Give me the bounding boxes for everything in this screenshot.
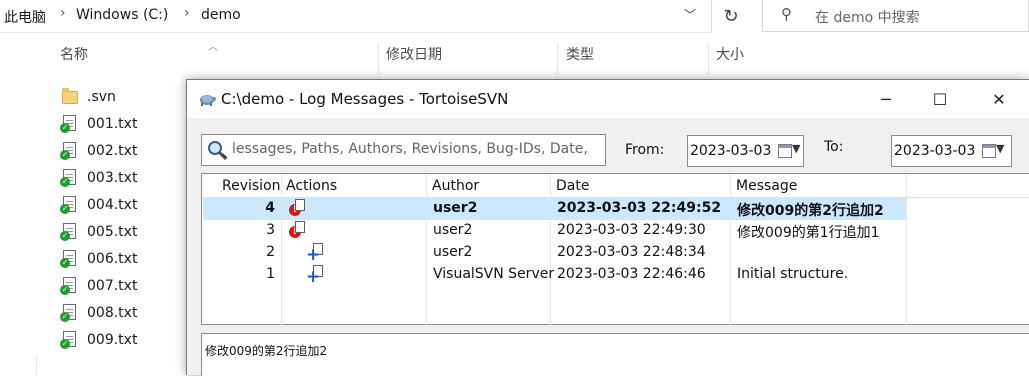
search-icon[interactable] [205, 138, 229, 162]
maximize-icon[interactable]: ☐ [917, 80, 963, 118]
column-header-name[interactable]: 名称 [60, 44, 88, 74]
to-date-picker[interactable]: 2023-03-03 ▼ [891, 135, 1012, 167]
svn-normal-file-icon: ✓ [60, 276, 78, 295]
svn-normal-file-icon: ✓ [60, 141, 78, 160]
window-title: C:\demo - Log Messages - TortoiseSVN [221, 90, 509, 108]
calendar-icon[interactable] [982, 144, 996, 158]
column-divider[interactable] [378, 44, 379, 74]
date-cell: 2023-03-03 22:49:52 [557, 200, 722, 216]
file-name: 008.txt [87, 304, 138, 321]
file-item[interactable]: ✓ 009.txt [60, 326, 138, 353]
file-item[interactable]: ✓ 007.txt [60, 272, 138, 299]
author-cell: VisualSVN Server [433, 266, 555, 282]
from-label: From: [625, 142, 665, 158]
file-item[interactable]: ✓ 008.txt [60, 299, 138, 326]
to-date-value: 2023-03-03 [894, 143, 976, 159]
folder-icon [62, 87, 78, 106]
svn-normal-file-icon: ✓ [60, 114, 78, 133]
author-cell: user2 [433, 222, 473, 238]
message-cell: Initial structure. [737, 266, 849, 282]
file-item[interactable]: ✓ 002.txt [60, 137, 138, 164]
revision-cell: 4 [265, 200, 275, 216]
title-bar[interactable]: C:\demo - Log Messages - TortoiseSVN ─ ☐… [187, 80, 1029, 118]
svn-normal-file-icon: ✓ [60, 303, 78, 322]
search-input[interactable]: 在 demo 中搜索 [815, 7, 920, 27]
file-name: 003.txt [87, 169, 138, 186]
log-row[interactable]: 3 ! user2 2023-03-03 22:49:30 修改009的第1行追… [203, 220, 906, 242]
calendar-icon[interactable] [778, 144, 792, 158]
address-dropdown-icon[interactable]: ﹀ [684, 6, 696, 23]
file-name: 005.txt [87, 223, 138, 240]
file-item[interactable]: ✓ 006.txt [60, 245, 138, 272]
file-name: 009.txt [87, 331, 138, 348]
file-item[interactable]: .svn [62, 83, 116, 110]
column-divider[interactable] [557, 44, 558, 74]
sort-ascending-icon: ︿ [208, 42, 218, 53]
tortoise-icon [200, 95, 216, 106]
search-box[interactable]: ⚲ 在 demo 中搜索 [762, 0, 1029, 32]
minimize-icon[interactable]: ─ [863, 80, 909, 118]
svn-normal-file-icon: ✓ [60, 249, 78, 268]
dropdown-arrow-icon[interactable]: ▼ [792, 142, 800, 155]
file-item[interactable]: ✓ 003.txt [60, 164, 138, 191]
svn-normal-file-icon: ✓ [60, 222, 78, 241]
breadcrumb-drive[interactable]: Windows (C:) [76, 7, 168, 23]
revision-cell: 3 [266, 222, 275, 238]
log-row[interactable]: 2 + user2 2023-03-03 22:48:34 [203, 242, 906, 264]
column-header-modified[interactable]: 修改日期 [386, 44, 442, 74]
message-detail-text: 修改009的第2行追加2 [205, 344, 328, 358]
author-cell: user2 [433, 200, 478, 216]
file-name: 002.txt [87, 142, 138, 159]
column-divider[interactable] [708, 44, 709, 74]
close-icon[interactable]: ✕ [976, 80, 1022, 118]
refresh-icon[interactable]: ↻ [712, 0, 750, 32]
breadcrumb-folder[interactable]: demo [201, 7, 241, 23]
message-cell: 修改009的第1行追加1 [737, 225, 880, 241]
address-bar[interactable]: 此电脑 › Windows (C:) › demo ﹀ [0, 0, 712, 33]
from-date-value: 2023-03-03 [690, 143, 772, 159]
search-icon: ⚲ [781, 5, 792, 23]
column-header-size[interactable]: 大小 [716, 44, 744, 74]
dropdown-arrow-icon[interactable]: ▼ [996, 142, 1004, 155]
nav-pane-divider [36, 355, 37, 375]
revision-cell: 2 [266, 244, 275, 260]
file-name: 004.txt [87, 196, 138, 213]
breadcrumb-chevron-icon[interactable]: › [184, 5, 190, 21]
date-cell: 2023-03-03 22:49:30 [557, 222, 706, 238]
breadcrumb-this-pc[interactable]: 此电脑 [4, 7, 46, 27]
filter-placeholder: lessages, Paths, Authors, Revisions, Bug… [232, 141, 588, 157]
breadcrumb-chevron-icon[interactable]: › [60, 5, 66, 21]
file-item[interactable]: ✓ 005.txt [60, 218, 138, 245]
column-header-type[interactable]: 类型 [566, 44, 594, 74]
date-cell: 2023-03-03 22:48:34 [557, 244, 706, 260]
revision-cell: 1 [266, 266, 275, 282]
author-cell: user2 [433, 244, 473, 260]
revision-list[interactable]: Revision Actions Author Date Message 4 !… [201, 173, 1029, 325]
log-row[interactable]: 1 + VisualSVN Server 2023-03-03 22:46:46… [203, 264, 906, 286]
log-messages-dialog: C:\demo - Log Messages - TortoiseSVN ─ ☐… [186, 79, 1029, 376]
date-cell: 2023-03-03 22:46:46 [557, 266, 706, 282]
file-item[interactable]: ✓ 004.txt [60, 191, 138, 218]
file-name: 006.txt [87, 250, 138, 267]
log-row[interactable]: 4 ! user2 2023-03-03 22:49:52 修改009的第2行追… [203, 198, 906, 220]
message-detail-box[interactable]: 修改009的第2行追加2 [201, 333, 1029, 376]
from-date-picker[interactable]: 2023-03-03 ▼ [687, 135, 804, 167]
message-cell: 修改009的第2行追加2 [737, 203, 884, 219]
file-name: 007.txt [87, 277, 138, 294]
svn-normal-file-icon: ✓ [60, 330, 78, 349]
file-name: .svn [87, 88, 116, 105]
filter-input[interactable]: lessages, Paths, Authors, Revisions, Bug… [201, 134, 606, 166]
file-name: 001.txt [87, 115, 138, 132]
column-divider[interactable] [906, 174, 907, 325]
file-item[interactable]: ✓ 001.txt [60, 110, 138, 137]
to-label: To: [824, 139, 844, 155]
svn-normal-file-icon: ✓ [60, 168, 78, 187]
svn-normal-file-icon: ✓ [60, 195, 78, 214]
